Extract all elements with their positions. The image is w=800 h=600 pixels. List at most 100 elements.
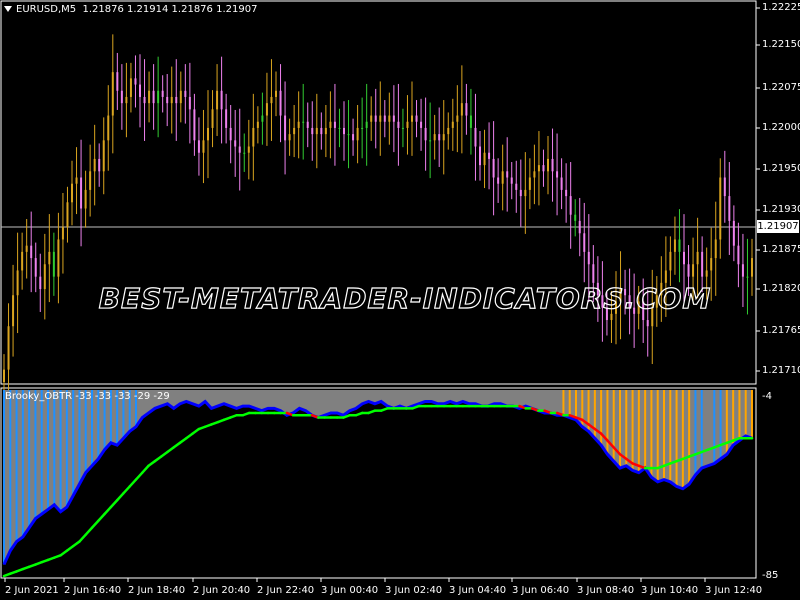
time-axis-label: 3 Jun 12:40 <box>705 585 763 596</box>
time-axis-label: 2 Jun 18:40 <box>128 585 186 596</box>
chart-menu-icon[interactable] <box>4 6 12 12</box>
candle-body <box>3 369 5 382</box>
candle-body <box>474 127 477 147</box>
candle-body <box>148 90 151 104</box>
candle-body <box>420 121 423 128</box>
candle-body <box>442 134 445 141</box>
candle-body <box>438 134 441 141</box>
candle-body <box>170 96 173 104</box>
candle-body <box>510 177 513 184</box>
candle-body <box>370 115 373 122</box>
candle-body <box>184 90 187 97</box>
candle-body <box>719 177 722 240</box>
candle-body <box>411 115 413 122</box>
price-axis-label: 1.21710 <box>762 365 800 376</box>
candle-body <box>216 90 219 110</box>
candle-body <box>578 220 581 234</box>
candle-body <box>424 127 427 141</box>
candle-body <box>352 134 355 141</box>
candle-body <box>252 127 255 147</box>
candle-body <box>297 121 300 128</box>
candle-body <box>157 90 160 104</box>
candle-body <box>80 177 83 209</box>
candle-body <box>43 264 46 290</box>
candle-body <box>143 96 146 104</box>
price-axis-label: 1.21950 <box>762 163 800 174</box>
candle-body <box>302 121 305 123</box>
candle-body <box>288 134 291 141</box>
candle-body <box>347 134 350 136</box>
watermark-logo: BEST-METATRADER-INDICATORS.COM <box>98 281 711 315</box>
indicator-signal-segment <box>122 485 131 495</box>
candle-body <box>551 158 554 172</box>
candle-body <box>469 115 472 128</box>
candle-body <box>483 152 486 166</box>
candle-body <box>197 140 200 153</box>
candle-body <box>460 103 463 116</box>
candle-body <box>7 326 10 370</box>
candle-body <box>488 152 491 159</box>
candle-body <box>714 239 717 259</box>
candles-layer <box>3 34 753 398</box>
candle-body <box>737 245 740 265</box>
symbol-label: EURUSD,M5 <box>16 4 77 15</box>
candle-body <box>125 96 128 104</box>
candle-body <box>701 251 704 277</box>
time-axis-label: 2 Jun 16:40 <box>64 585 122 596</box>
candle-body <box>537 165 540 172</box>
candle-body <box>501 171 504 184</box>
price-axis-label: 1.22000 <box>762 122 800 133</box>
candle-body <box>202 140 205 153</box>
candle-body <box>356 127 359 141</box>
candle-body <box>75 177 78 184</box>
candle-body <box>732 220 735 246</box>
candle-body <box>569 196 572 215</box>
candle-body <box>406 121 409 128</box>
symbol-title: EURUSD,M5 1.21876 1.21914 1.21876 1.2190… <box>16 4 257 15</box>
candle-body <box>447 127 450 135</box>
candle-body <box>134 78 137 85</box>
candle-body <box>415 115 418 122</box>
candle-body <box>533 171 536 178</box>
candle-body <box>61 227 64 240</box>
candle-body <box>683 251 685 265</box>
candle-body <box>98 158 101 172</box>
candle-body <box>574 214 577 221</box>
indicator-signal-segment <box>90 519 100 530</box>
candle-body <box>93 158 96 172</box>
candle-body <box>179 90 182 104</box>
candle-body <box>365 121 368 128</box>
candle-body <box>238 146 241 153</box>
candle-body <box>265 103 268 116</box>
candle-body <box>161 90 164 97</box>
candle-body <box>66 202 69 228</box>
time-axis-label: 2 Jun 2021 <box>5 585 59 596</box>
candle-body <box>34 258 37 277</box>
indicator-signal-segment <box>141 464 150 474</box>
candle-body <box>673 239 676 252</box>
price-axis-label: 1.21820 <box>762 283 800 294</box>
candle-body <box>188 96 191 110</box>
time-axis-label: 3 Jun 00:40 <box>321 585 379 596</box>
candle-body <box>48 251 51 265</box>
candle-body <box>646 320 649 327</box>
indicator-signal-segment <box>115 492 125 502</box>
candle-body <box>429 140 432 142</box>
candle-body <box>193 109 196 141</box>
candle-body <box>175 96 178 104</box>
time-axis-label: 2 Jun 20:40 <box>193 585 251 596</box>
candle-body <box>542 165 545 172</box>
candle-body <box>152 90 155 104</box>
indicator-signal-segment <box>97 512 106 523</box>
candle-body <box>12 295 15 327</box>
candle-body <box>338 127 341 129</box>
candle-body <box>324 127 327 135</box>
price-axis-label: 1.21765 <box>762 325 800 336</box>
time-axis-label: 3 Jun 04:40 <box>449 585 507 596</box>
candle-body <box>293 127 296 135</box>
candle-body <box>315 127 318 135</box>
indicator-title: Brooky_OBTR -33 -33 -33 -29 -29 <box>5 391 170 402</box>
time-axis-label: 3 Jun 10:40 <box>641 585 699 596</box>
current-price-tag: 1.21907 <box>757 220 799 233</box>
candle-body <box>587 251 590 265</box>
